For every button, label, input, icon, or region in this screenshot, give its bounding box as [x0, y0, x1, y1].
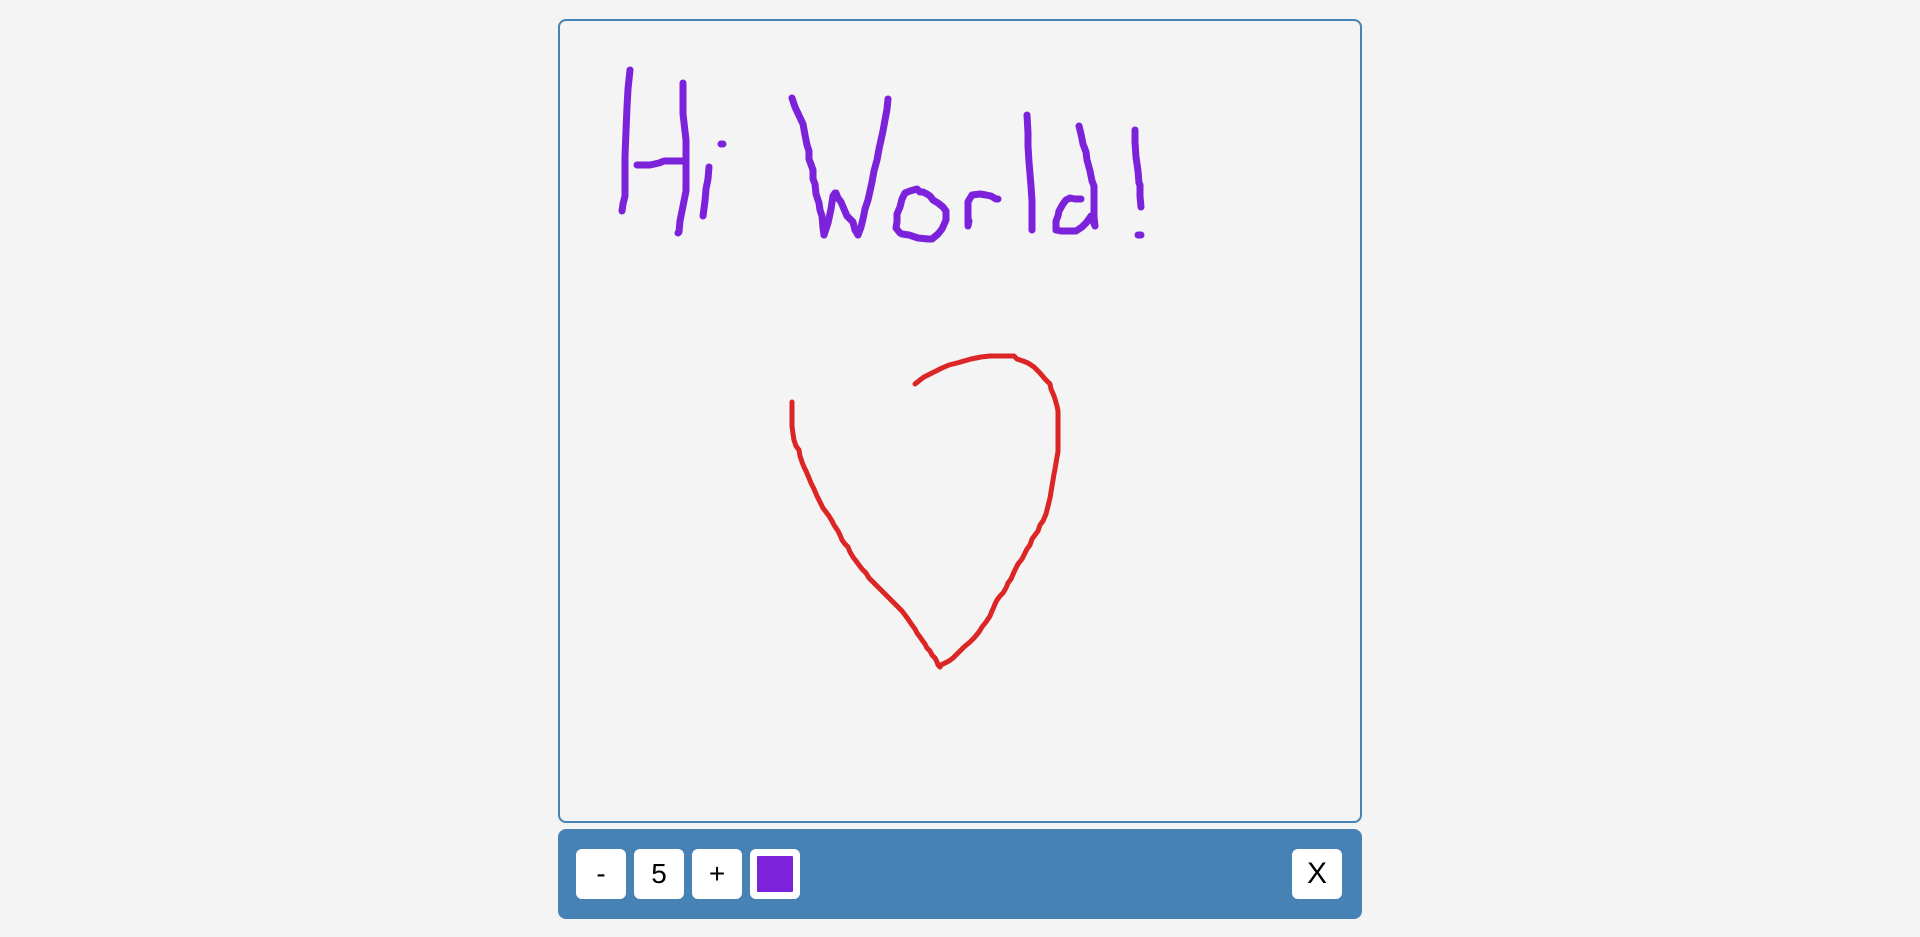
decrease-size-button[interactable]: - — [576, 849, 626, 899]
increase-size-button[interactable]: + — [692, 849, 742, 899]
hi-world-text-drawing — [618, 66, 1145, 243]
color-picker[interactable] — [750, 849, 800, 899]
canvas-frame — [558, 19, 1362, 823]
drawing-app: - 5 + X — [558, 19, 1362, 919]
heart-outline — [789, 353, 1061, 670]
brush-size-display: 5 — [634, 849, 684, 899]
drawing-canvas[interactable] — [560, 21, 1360, 821]
clear-canvas-button[interactable]: X — [1292, 849, 1342, 899]
toolbar: - 5 + X — [558, 829, 1362, 919]
color-swatch — [757, 856, 793, 892]
